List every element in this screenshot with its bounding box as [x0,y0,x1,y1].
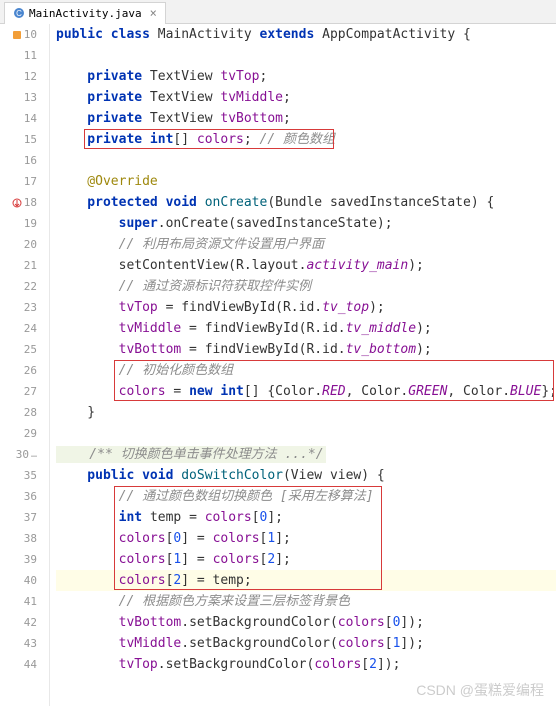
tab-bar: C MainActivity.java × [0,0,556,24]
code-editor[interactable]: 10 11 12 13 14 15 16 17 18 19 20 21 22 2… [0,24,556,706]
close-icon[interactable]: × [150,6,157,20]
gutter: 10 11 12 13 14 15 16 17 18 19 20 21 22 2… [0,24,50,706]
edit-icon [12,30,22,40]
tab-label: MainActivity.java [29,7,142,20]
code-content[interactable]: public class MainActivity extends AppCom… [50,24,556,706]
tab-mainactivity[interactable]: C MainActivity.java × [4,2,166,24]
override-icon[interactable] [12,198,22,208]
java-class-icon: C [13,7,25,19]
svg-text:C: C [16,9,22,18]
